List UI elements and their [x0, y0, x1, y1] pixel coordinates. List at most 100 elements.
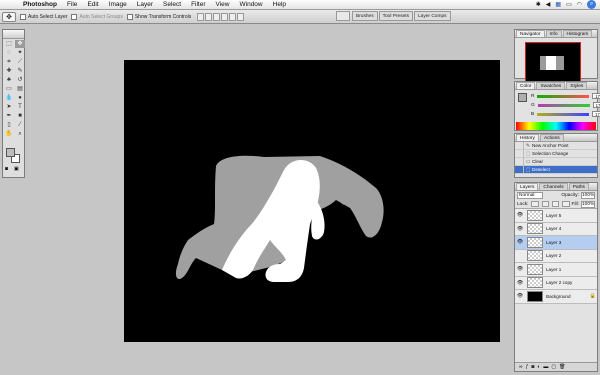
lock-transparency-icon[interactable] [531, 201, 539, 207]
color-foreground-swatch[interactable] [518, 93, 527, 102]
fill-input[interactable]: 100% [581, 200, 595, 208]
layer-visibility-eye-icon[interactable]: 👁 [515, 212, 525, 218]
tab-actions[interactable]: Actions [539, 134, 564, 141]
history-brush-source[interactable] [515, 157, 524, 166]
menu-window[interactable]: Window [235, 1, 268, 8]
menu-view[interactable]: View [211, 1, 235, 8]
tab-layer-comps[interactable]: Layer Comps [414, 11, 451, 21]
layer-row[interactable]: 👁 Layer 5 [515, 209, 597, 223]
layer-visibility-eye-icon[interactable]: 👁 [515, 293, 525, 299]
menu-filter[interactable]: Filter [186, 1, 210, 8]
align-bottom-icon[interactable] [213, 12, 221, 21]
move-tool-preset-icon[interactable]: ✥ [2, 11, 16, 22]
layer-visibility-eye-icon[interactable]: 👁 [515, 226, 525, 232]
notes-tool-icon[interactable]: ▯ [4, 121, 14, 129]
layer-visibility-eye-icon[interactable]: 👁 [515, 280, 525, 286]
tab-brushes[interactable]: Brushes [352, 11, 378, 21]
auto-select-layer-checkbox[interactable]: Auto Select Layer [20, 13, 67, 20]
healing-brush-tool-icon[interactable]: ✚ [4, 67, 14, 75]
lock-all-icon[interactable] [562, 201, 570, 207]
document-canvas[interactable] [124, 60, 500, 342]
flag-icon[interactable]: ▦ [555, 1, 561, 8]
tab-histogram[interactable]: Histogram [562, 30, 593, 37]
eyedropper-tool-icon[interactable]: ⁄ [15, 121, 25, 129]
layer-row-selected[interactable]: 👁 Layer 3 [515, 236, 597, 250]
menu-edit[interactable]: Edit [82, 1, 103, 8]
history-brush-tool-icon[interactable]: ↺ [15, 76, 25, 84]
green-channel-slider[interactable] [537, 103, 590, 107]
history-item-selected[interactable]: ⬚ Deselect [515, 165, 597, 174]
lasso-tool-icon[interactable]: ◌ [4, 49, 14, 57]
show-transform-controls-checkbox[interactable]: Show Transform Controls [126, 13, 191, 20]
color-spectrum-bar[interactable] [516, 122, 596, 130]
screen-mode-icon[interactable]: ▣ [14, 166, 19, 172]
history-brush-source[interactable] [515, 165, 524, 174]
align-center-icon[interactable] [229, 12, 237, 21]
tab-info[interactable]: Info [545, 30, 562, 37]
layer-mask-icon[interactable]: ◙ [531, 364, 534, 370]
path-selection-tool-icon[interactable]: ➤ [4, 103, 14, 111]
delete-layer-icon[interactable]: 🗑 [559, 364, 565, 370]
history-brush-source[interactable] [515, 149, 524, 158]
menu-file[interactable]: File [62, 1, 82, 8]
bluetooth-icon[interactable]: ✱ [536, 1, 541, 8]
tab-navigator[interactable]: Navigator [516, 30, 545, 37]
tab-channels[interactable]: Channels [539, 183, 568, 190]
tab-color[interactable]: Color [516, 82, 536, 89]
blur-tool-icon[interactable]: 💧 [4, 94, 14, 102]
layer-row[interactable]: 👁 Layer 2 copy [515, 276, 597, 290]
hand-tool-icon[interactable]: ✋ [4, 130, 14, 138]
spotlight-icon[interactable]: ⌕ [587, 0, 596, 9]
app-menu[interactable]: Photoshop [18, 1, 62, 8]
history-brush-source[interactable] [515, 141, 524, 150]
menu-select[interactable]: Select [158, 1, 186, 8]
tab-layers[interactable]: Layers [516, 183, 539, 190]
tab-tool-presets[interactable]: Tool Presets [378, 11, 414, 21]
red-channel-value[interactable]: 175 [592, 93, 600, 99]
wifi-icon[interactable]: ◠ [577, 1, 582, 8]
tab-styles[interactable]: Styles [566, 82, 588, 89]
crop-tool-icon[interactable]: ⌗ [4, 58, 14, 66]
layer-row-background[interactable]: 👁 Background 🔒 [515, 290, 597, 304]
battery-icon[interactable]: ▭ [566, 1, 572, 8]
layer-style-icon[interactable]: ƒ [526, 364, 529, 370]
blue-channel-slider[interactable] [537, 112, 590, 116]
opacity-input[interactable]: 100% [581, 192, 595, 199]
layer-row[interactable]: 👁 Layer 4 [515, 222, 597, 236]
layer-visibility-eye-icon[interactable]: 👁 [515, 239, 525, 245]
toolbox-header[interactable] [3, 30, 24, 39]
auto-select-groups-checkbox[interactable]: Auto Select Groups [71, 13, 123, 20]
menu-help[interactable]: Help [268, 1, 291, 8]
adjustment-layer-icon[interactable]: ◐ [537, 364, 540, 370]
shape-tool-icon[interactable]: ■ [15, 112, 25, 120]
history-item[interactable]: ⬚ Selection Change [515, 149, 597, 158]
layer-row[interactable]: 👁 Layer 1 [515, 263, 597, 277]
lock-image-icon[interactable] [541, 201, 549, 207]
align-left-icon[interactable] [221, 12, 229, 21]
navigator-thumbnail[interactable] [525, 42, 581, 84]
clone-stamp-tool-icon[interactable]: ♣ [4, 76, 14, 84]
pen-tool-icon[interactable]: ✒ [4, 112, 14, 120]
layer-visibility-eye-icon[interactable]: 👁 [515, 266, 525, 272]
history-item[interactable]: ✎ New Anchor Point [515, 141, 597, 150]
foreground-color-swatch[interactable] [6, 148, 15, 157]
audio-icon[interactable]: ◀︎ [546, 1, 551, 8]
gradient-tool-icon[interactable]: ▤ [15, 85, 25, 93]
tab-history[interactable]: History [516, 134, 539, 141]
new-group-icon[interactable]: ▬ [543, 364, 548, 370]
quick-mask-icon[interactable]: ◙ [5, 166, 8, 172]
marquee-tool-icon[interactable]: ⬚ [4, 40, 14, 48]
eraser-tool-icon[interactable]: ▭ [4, 85, 14, 93]
type-tool-icon[interactable]: T [15, 103, 25, 111]
blue-channel-value[interactable]: 175 [592, 111, 600, 117]
align-middle-icon[interactable] [205, 12, 213, 21]
palette-well-handle[interactable] [336, 11, 350, 21]
green-channel-value[interactable]: 175 [592, 102, 600, 108]
menu-image[interactable]: Image [104, 1, 132, 8]
tab-paths[interactable]: Paths [568, 183, 589, 190]
blend-mode-select[interactable]: Normal [517, 192, 543, 199]
brush-tool-icon[interactable]: ✎ [15, 67, 25, 75]
layer-row[interactable]: Layer 2 [515, 249, 597, 263]
align-right-icon[interactable] [237, 12, 245, 21]
link-layers-icon[interactable]: ∞ [519, 364, 523, 370]
